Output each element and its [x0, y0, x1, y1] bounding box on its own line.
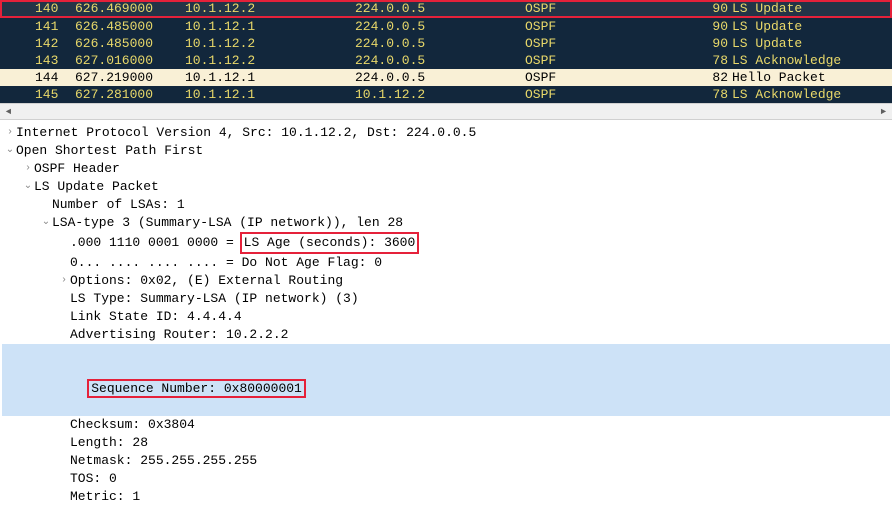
scroll-right-icon[interactable]: ► [875, 104, 892, 119]
tree-label: LSA-type 3 (Summary-LSA (IP network)), l… [52, 214, 403, 232]
col-src: 10.1.12.2 [185, 2, 355, 16]
tree-label: LS Update Packet [34, 178, 159, 196]
col-len: 90 [700, 35, 728, 52]
tree-label: Open Shortest Path First [16, 142, 203, 160]
col-no: 145 [35, 86, 75, 103]
col-prot: OSPF [525, 2, 700, 16]
col-prot: OSPF [525, 86, 700, 103]
col-prot: OSPF [525, 18, 700, 35]
col-no: 142 [35, 35, 75, 52]
packet-row[interactable]: 143 627.016000 10.1.12.2 224.0.0.5 OSPF … [0, 52, 892, 69]
chevron-right-icon[interactable]: › [58, 272, 70, 290]
tree-ls-type[interactable]: LS Type: Summary-LSA (IP network) (3) [2, 290, 890, 308]
tree-label: Checksum: 0x3804 [70, 416, 195, 434]
highlight-ls-age: LS Age (seconds): 3600 [240, 232, 420, 254]
col-src: 10.1.12.1 [185, 86, 355, 103]
col-info: LS Update [732, 2, 890, 16]
horizontal-scrollbar[interactable]: ◄ ► [0, 103, 892, 120]
col-dst: 224.0.0.5 [355, 69, 525, 86]
col-prot: OSPF [525, 35, 700, 52]
col-time: 627.281000 [75, 86, 185, 103]
tree-options[interactable]: › Options: 0x02, (E) External Routing [2, 272, 890, 290]
tree-label: Advertising Router: 10.2.2.2 [70, 326, 288, 344]
col-time: 627.219000 [75, 69, 185, 86]
chevron-down-icon[interactable]: ⌄ [22, 178, 34, 196]
col-dst: 224.0.0.5 [355, 35, 525, 52]
col-time: 626.469000 [75, 2, 185, 16]
tree-length[interactable]: Length: 28 [2, 434, 890, 452]
col-no: 140 [35, 2, 75, 16]
tree-label: Internet Protocol Version 4, Src: 10.1.1… [16, 124, 476, 142]
tree-link-state-id[interactable]: Link State ID: 4.4.4.4 [2, 308, 890, 326]
col-src: 10.1.12.2 [185, 35, 355, 52]
col-info: LS Acknowledge [732, 52, 892, 69]
col-dst: 224.0.0.5 [355, 2, 525, 16]
packet-row[interactable]: 140 626.469000 10.1.12.2 224.0.0.5 OSPF … [0, 0, 892, 18]
col-no: 144 [35, 69, 75, 86]
chevron-right-icon[interactable]: › [4, 124, 16, 142]
tree-label: Number of LSAs: 1 [52, 196, 185, 214]
col-prot: OSPF [525, 69, 700, 86]
col-len: 78 [700, 86, 728, 103]
tree-bits: .000 1110 0001 0000 = [70, 234, 242, 252]
tree-label: Metric: 1 [70, 488, 140, 506]
scroll-left-icon[interactable]: ◄ [0, 104, 17, 119]
col-len: 90 [700, 2, 728, 16]
tree-label: Options: 0x02, (E) External Routing [70, 272, 343, 290]
col-time: 627.016000 [75, 52, 185, 69]
tree-num-lsas[interactable]: Number of LSAs: 1 [2, 196, 890, 214]
tree-ospf-header[interactable]: › OSPF Header [2, 160, 890, 178]
packet-list[interactable]: 140 626.469000 10.1.12.2 224.0.0.5 OSPF … [0, 0, 892, 103]
col-info: LS Update [732, 35, 892, 52]
tree-checksum[interactable]: Checksum: 0x3804 [2, 416, 890, 434]
col-dst: 224.0.0.5 [355, 18, 525, 35]
chevron-down-icon[interactable]: ⌄ [40, 214, 52, 232]
packet-row[interactable]: 145 627.281000 10.1.12.1 10.1.12.2 OSPF … [0, 86, 892, 103]
col-len: 82 [700, 69, 728, 86]
tree-metric[interactable]: Metric: 1 [2, 488, 890, 506]
tree-internet-protocol[interactable]: › Internet Protocol Version 4, Src: 10.1… [2, 124, 890, 142]
col-info: LS Update [732, 18, 892, 35]
packet-row[interactable]: 144 627.219000 10.1.12.1 224.0.0.5 OSPF … [0, 69, 892, 86]
tree-ls-update-packet[interactable]: ⌄ LS Update Packet [2, 178, 890, 196]
tree-label: Link State ID: 4.4.4.4 [70, 308, 242, 326]
packet-row[interactable]: 142 626.485000 10.1.12.2 224.0.0.5 OSPF … [0, 35, 892, 52]
tree-label: Netmask: 255.255.255.255 [70, 452, 257, 470]
tree-advertising-router[interactable]: Advertising Router: 10.2.2.2 [2, 326, 890, 344]
col-info: Hello Packet [732, 69, 892, 86]
tree-label: TOS: 0 [70, 470, 117, 488]
tree-netmask[interactable]: Netmask: 255.255.255.255 [2, 452, 890, 470]
tree-lsa-type3[interactable]: ⌄ LSA-type 3 (Summary-LSA (IP network)),… [2, 214, 890, 232]
tree-label: LS Type: Summary-LSA (IP network) (3) [70, 290, 359, 308]
col-dst: 224.0.0.5 [355, 52, 525, 69]
tree-label: OSPF Header [34, 160, 120, 178]
tree-label: Length: 28 [70, 434, 148, 452]
packet-row[interactable]: 141 626.485000 10.1.12.1 224.0.0.5 OSPF … [0, 18, 892, 35]
col-src: 10.1.12.1 [185, 69, 355, 86]
col-len: 78 [700, 52, 728, 69]
col-prot: OSPF [525, 52, 700, 69]
tree-label: 0... .... .... .... = Do Not Age Flag: 0 [70, 254, 382, 272]
tree-do-not-age[interactable]: 0... .... .... .... = Do Not Age Flag: 0 [2, 254, 890, 272]
chevron-down-icon[interactable]: ⌄ [4, 142, 16, 160]
col-dst: 10.1.12.2 [355, 86, 525, 103]
packet-details-pane[interactable]: › Internet Protocol Version 4, Src: 10.1… [0, 120, 892, 510]
col-time: 626.485000 [75, 35, 185, 52]
col-src: 10.1.12.2 [185, 52, 355, 69]
tree-tos[interactable]: TOS: 0 [2, 470, 890, 488]
col-no: 143 [35, 52, 75, 69]
tree-ls-age[interactable]: .000 1110 0001 0000 = LS Age (seconds): … [2, 232, 890, 254]
tree-ospf[interactable]: ⌄ Open Shortest Path First [2, 142, 890, 160]
tree-sequence-number[interactable]: Sequence Number: 0x80000001 [2, 344, 890, 416]
col-src: 10.1.12.1 [185, 18, 355, 35]
chevron-right-icon[interactable]: › [22, 160, 34, 178]
highlight-seq-num: Sequence Number: 0x80000001 [87, 379, 306, 398]
col-no: 141 [35, 18, 75, 35]
col-time: 626.485000 [75, 18, 185, 35]
col-info: LS Acknowledge [732, 86, 892, 103]
col-len: 90 [700, 18, 728, 35]
